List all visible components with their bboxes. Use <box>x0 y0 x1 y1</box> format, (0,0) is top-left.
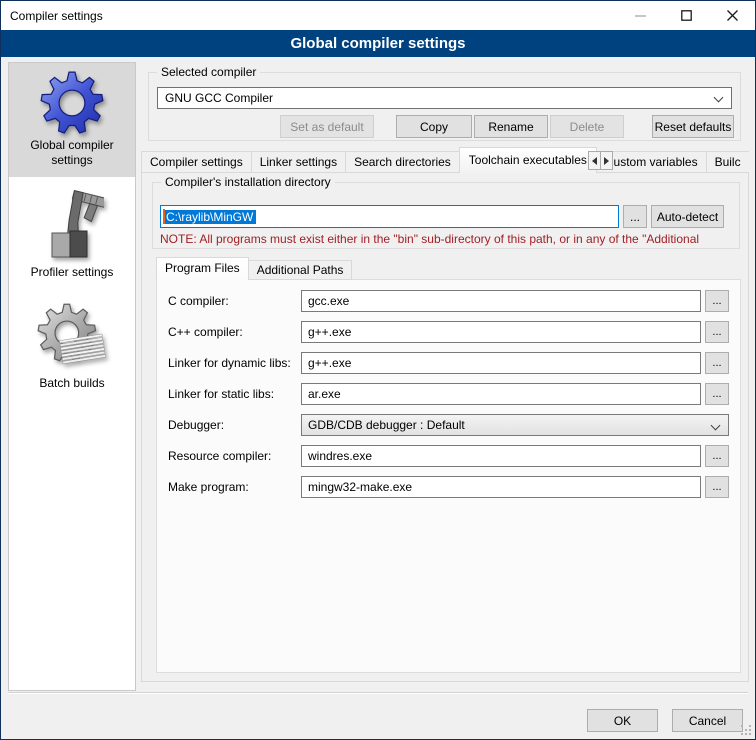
form-row-resource-compiler: Resource compiler: windres.exe ... <box>168 445 733 467</box>
resource-compiler-browse-button[interactable]: ... <box>705 445 729 467</box>
field-label: C++ compiler: <box>168 321 243 343</box>
form-row-make-program: Make program: mingw32-make.exe ... <box>168 476 733 498</box>
field-label: Debugger: <box>168 414 224 436</box>
c-compiler-input[interactable]: gcc.exe <box>301 290 701 312</box>
chevron-down-icon <box>714 93 724 103</box>
tab-scroll-right-button[interactable] <box>600 151 613 170</box>
tab-compiler-settings[interactable]: Compiler settings <box>141 151 252 173</box>
selected-compiler-group: Selected compiler GNU GCC Compiler Set a… <box>148 72 741 141</box>
window-title: Compiler settings <box>1 9 103 23</box>
caption-buttons <box>617 1 755 30</box>
c-compiler-browse-button[interactable]: ... <box>705 290 729 312</box>
compiler-settings-dialog: Compiler settings Global compiler settin… <box>0 0 756 740</box>
form-row-cpp-compiler: C++ compiler: g++.exe ... <box>168 321 733 343</box>
sidebar-item-label: Global compiler settings <box>9 136 135 168</box>
copy-button[interactable]: Copy <box>396 115 472 138</box>
cpp-compiler-browse-button[interactable]: ... <box>705 321 729 343</box>
auto-detect-button[interactable]: Auto-detect <box>651 205 724 228</box>
installation-directory-input[interactable]: C:\raylib\MinGW <box>160 205 619 228</box>
form-row-linker-static: Linker for static libs: ar.exe ... <box>168 383 733 405</box>
maximize-icon <box>681 10 692 21</box>
arrow-right-icon <box>604 157 609 165</box>
program-files-tab-strip: Program Files Additional Paths <box>156 257 352 280</box>
arrow-left-icon <box>592 157 597 165</box>
close-button[interactable] <box>709 1 755 30</box>
tab-search-directories[interactable]: Search directories <box>345 151 460 173</box>
form-row-debugger: Debugger: GDB/CDB debugger : Default <box>168 414 733 436</box>
settings-category-sidebar: Global compiler settings Profiler settin… <box>8 62 136 691</box>
set-as-default-button[interactable]: Set as default <box>280 115 374 138</box>
note-text: NOTE: All programs must exist either in … <box>160 232 744 246</box>
field-label: Linker for static libs: <box>168 383 274 405</box>
footer-separator <box>8 692 748 693</box>
gear-blue-icon <box>39 70 105 136</box>
minimize-icon <box>635 10 646 21</box>
linker-dynamic-input[interactable]: g++.exe <box>301 352 701 374</box>
make-program-input[interactable]: mingw32-make.exe <box>301 476 701 498</box>
gear-batch-icon <box>36 300 108 374</box>
settings-tab-strip: Compiler settings Linker settings Search… <box>141 147 749 173</box>
tab-build-options-truncated[interactable]: Builc <box>706 151 749 173</box>
form-row-c-compiler: C compiler: gcc.exe ... <box>168 290 733 312</box>
linker-static-browse-button[interactable]: ... <box>705 383 729 405</box>
sidebar-item-global-compiler-settings[interactable]: Global compiler settings <box>9 63 135 177</box>
resource-compiler-input[interactable]: windres.exe <box>301 445 701 467</box>
field-label: C compiler: <box>168 290 229 312</box>
form-row-linker-dynamic: Linker for dynamic libs: g++.exe ... <box>168 352 733 374</box>
selected-compiler-dropdown[interactable]: GNU GCC Compiler <box>157 87 732 109</box>
maximize-button[interactable] <box>663 1 709 30</box>
sidebar-item-label: Profiler settings <box>9 263 135 280</box>
reset-defaults-button[interactable]: Reset defaults <box>652 115 734 138</box>
debugger-dropdown[interactable]: GDB/CDB debugger : Default <box>301 414 729 436</box>
field-label: Make program: <box>168 476 249 498</box>
resize-grip[interactable] <box>740 724 752 736</box>
delete-button[interactable]: Delete <box>550 115 624 138</box>
rename-button[interactable]: Rename <box>474 115 548 138</box>
cpp-compiler-input[interactable]: g++.exe <box>301 321 701 343</box>
sidebar-item-batch-builds[interactable]: Batch builds <box>9 300 135 391</box>
group-label: Selected compiler <box>157 65 260 80</box>
ok-button[interactable]: OK <box>587 709 658 732</box>
tab-scroll-arrows <box>589 151 615 170</box>
caliper-icon <box>40 187 104 263</box>
subtab-additional-paths[interactable]: Additional Paths <box>248 260 353 280</box>
selected-compiler-value: GNU GCC Compiler <box>165 91 273 105</box>
tab-linker-settings[interactable]: Linker settings <box>251 151 346 173</box>
tab-toolchain-executables[interactable]: Toolchain executables <box>459 147 597 173</box>
close-icon <box>727 10 738 21</box>
field-label: Linker for dynamic libs: <box>168 352 291 374</box>
chevron-down-icon <box>711 421 721 431</box>
page-title: Global compiler settings <box>1 30 755 57</box>
linker-static-input[interactable]: ar.exe <box>301 383 701 405</box>
browse-install-dir-button[interactable]: ... <box>623 205 647 228</box>
subtab-program-files[interactable]: Program Files <box>156 257 249 280</box>
title-bar: Compiler settings <box>1 1 755 30</box>
debugger-value: GDB/CDB debugger : Default <box>308 418 465 432</box>
linker-dynamic-browse-button[interactable]: ... <box>705 352 729 374</box>
sidebar-item-profiler-settings[interactable]: Profiler settings <box>9 187 135 280</box>
make-program-browse-button[interactable]: ... <box>705 476 729 498</box>
group-label: Compiler's installation directory <box>161 175 335 190</box>
sidebar-item-label: Batch builds <box>9 374 135 391</box>
cancel-button[interactable]: Cancel <box>672 709 743 732</box>
field-label: Resource compiler: <box>168 445 271 467</box>
selected-text: C:\raylib\MinGW <box>165 210 256 224</box>
minimize-button[interactable] <box>617 1 663 30</box>
